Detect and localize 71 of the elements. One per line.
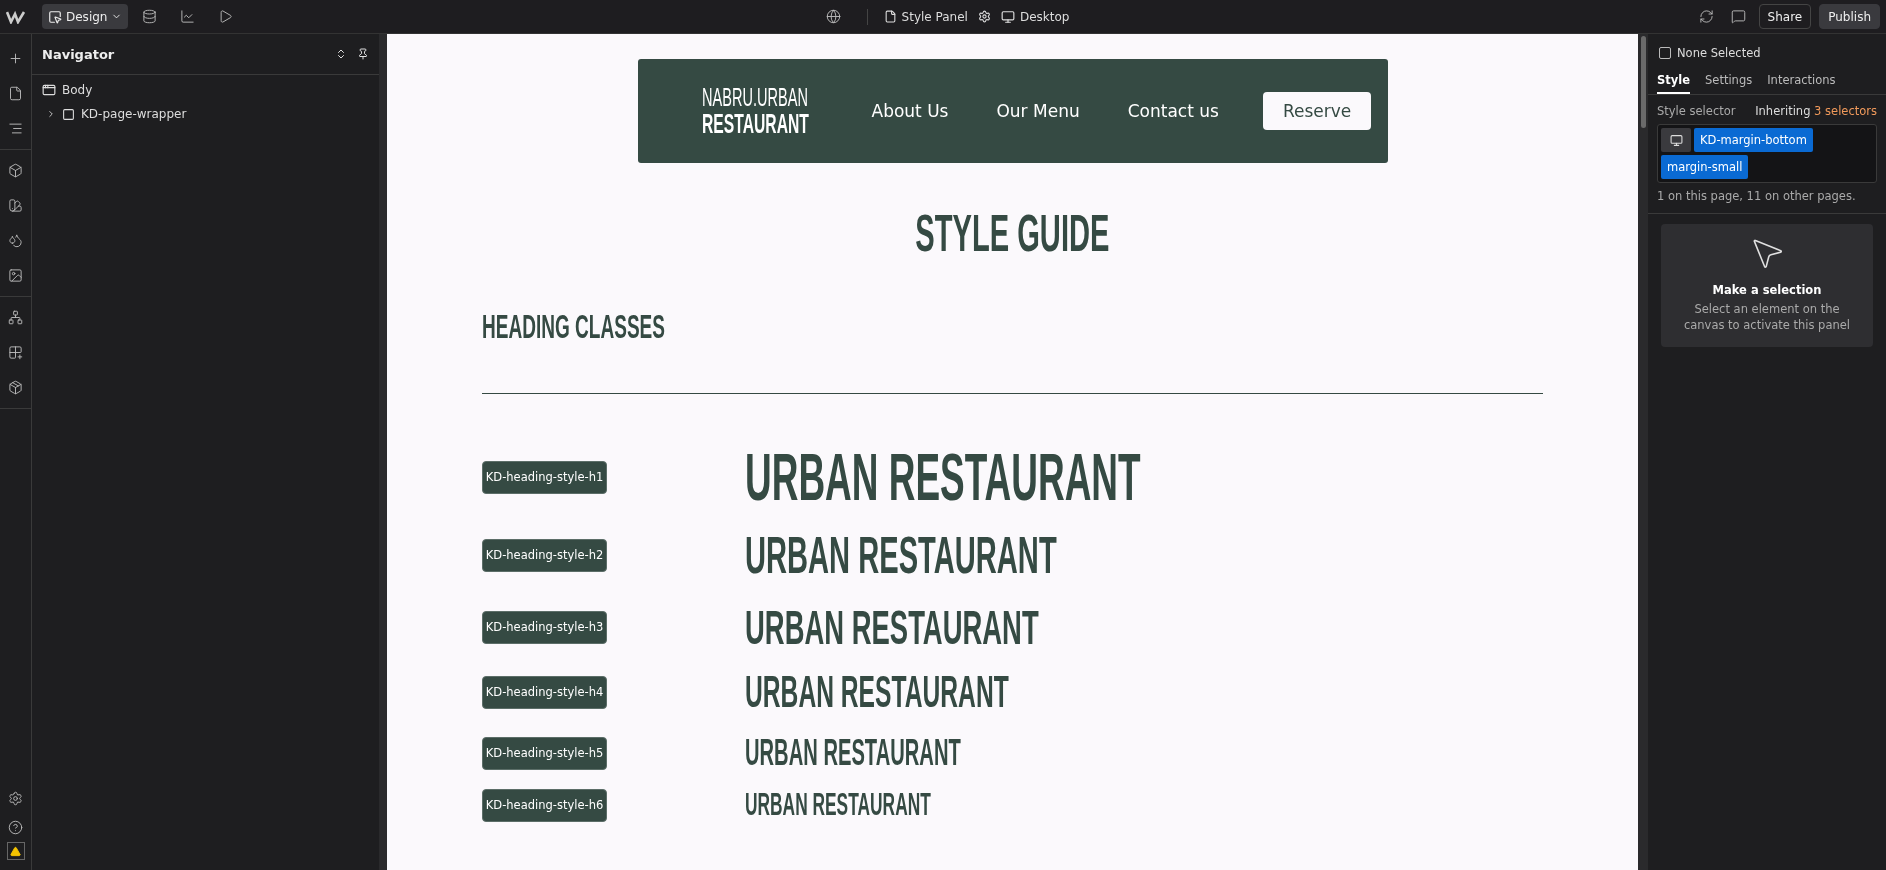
panel-title: Navigator (42, 46, 116, 62)
image-icon[interactable] (8, 268, 23, 283)
add-icon[interactable] (8, 51, 23, 66)
navigator-icon[interactable] (8, 121, 23, 136)
page-icon[interactable] (8, 86, 23, 101)
restaurant-logo[interactable]: NABRU.URBAN RESTAURANT (701, 84, 824, 138)
play-icon[interactable] (217, 9, 233, 24)
class-tag[interactable]: margin-small (1661, 155, 1749, 179)
comment-icon[interactable] (1731, 9, 1747, 24)
panel-tab[interactable]: Settings (1705, 68, 1753, 94)
square-icon (62, 107, 75, 121)
chevron-icon[interactable] (46, 109, 56, 119)
heading-sample: URBAN RESTAURANT (745, 525, 1057, 585)
branch-icon[interactable] (8, 310, 23, 325)
panel-tab[interactable]: Interactions (1767, 68, 1836, 94)
database-icon[interactable] (141, 9, 157, 24)
element-state-icon[interactable] (1661, 128, 1691, 152)
publish-button[interactable]: Publish (1819, 4, 1880, 29)
desktop-icon (1000, 9, 1015, 24)
panel-tab[interactable]: Style (1657, 68, 1691, 94)
inheriting-text: Inheriting 3 selectors (1755, 104, 1877, 118)
swatch-icon[interactable] (8, 198, 23, 213)
breakpoint-label[interactable]: Desktop (1019, 9, 1070, 24)
design-mode-button[interactable]: Design (42, 4, 129, 29)
section-heading: HEADING CLASSES (482, 307, 665, 346)
heading-sample: URBAN RESTAURANT (745, 667, 1009, 717)
body-icon (42, 83, 56, 97)
nav-link[interactable]: Contact us (1127, 101, 1219, 121)
nav-link[interactable]: About Us (871, 101, 949, 121)
logo-icon[interactable] (6, 9, 26, 24)
expand-collapse-icon[interactable] (335, 48, 347, 60)
heading-sample: URBAN RESTAURANT (745, 787, 931, 823)
empty-title: Make a selection (1712, 283, 1822, 297)
heading-sample: URBAN RESTAURANT (745, 439, 1141, 515)
help-icon[interactable] (8, 820, 23, 835)
class-tag[interactable]: KD-heading-style-h3 (482, 610, 607, 644)
heading-sample: URBAN RESTAURANT (745, 732, 961, 774)
heading-sample: URBAN RESTAURANT (745, 599, 1039, 655)
checkbox[interactable] (1659, 47, 1671, 59)
empty-text: Select an element on the canvas to activate this panel (1682, 302, 1852, 334)
tree-item[interactable]: Body (62, 83, 93, 97)
settings-icon[interactable] (8, 791, 23, 806)
page-name[interactable]: Style Panel (901, 9, 968, 24)
scrollbar-thumb[interactable] (1640, 36, 1646, 128)
pin-icon[interactable] (357, 48, 369, 60)
settings-icon[interactable] (977, 10, 991, 23)
cube-icon[interactable] (8, 163, 23, 178)
package-icon[interactable] (8, 380, 23, 395)
class-tag[interactable]: KD-heading-style-h5 (482, 736, 607, 770)
page-icon (883, 10, 897, 23)
class-tag[interactable]: KD-margin-bottom (1694, 128, 1813, 152)
selector-field[interactable]: KD-margin-bottom margin-small (1657, 124, 1877, 183)
sync-icon[interactable] (1699, 9, 1715, 24)
globe-icon[interactable] (826, 9, 842, 24)
nav-link[interactable]: Our Menu (996, 101, 1080, 121)
droplets-icon[interactable] (8, 233, 23, 248)
selection-label: None Selected (1677, 46, 1761, 60)
selector-label: Style selector (1657, 104, 1736, 118)
share-button[interactable]: Share (1758, 4, 1812, 29)
class-tag[interactable]: KD-heading-style-h6 (482, 788, 607, 822)
page-heading: STYLE GUIDE (915, 203, 1110, 263)
class-tag[interactable]: KD-heading-style-h1 (482, 460, 607, 494)
reserve-button[interactable]: Reserve (1262, 92, 1372, 130)
warning-button[interactable] (6, 842, 25, 860)
cursor-box-icon (48, 9, 62, 24)
usage-text: 1 on this page, 11 on other pages. (1648, 183, 1886, 214)
class-tag[interactable]: KD-heading-style-h2 (482, 538, 607, 572)
apps-icon[interactable] (8, 345, 23, 360)
chart-icon[interactable] (179, 9, 195, 24)
tree-item[interactable]: KD-page-wrapper (81, 107, 187, 121)
class-tag[interactable]: KD-heading-style-h4 (482, 675, 607, 709)
